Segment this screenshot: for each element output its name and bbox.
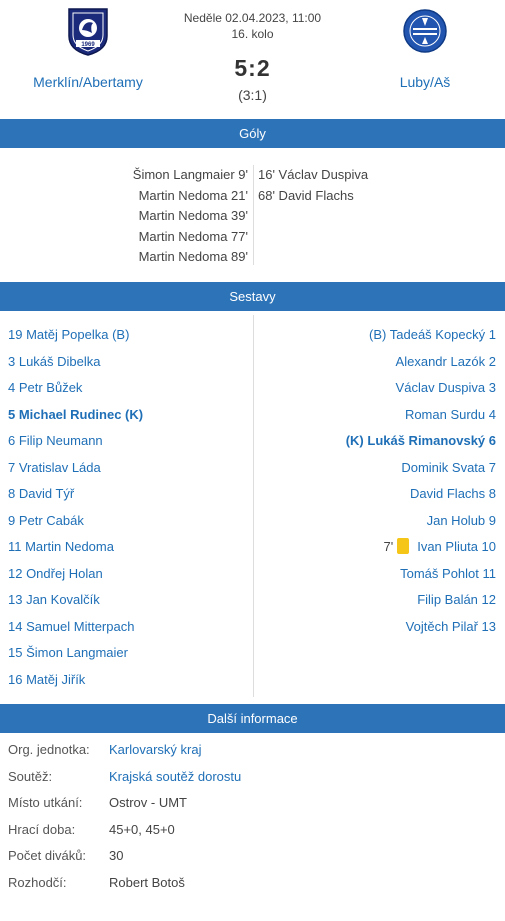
away-player[interactable]: Tomáš Pohlot 11 <box>346 561 496 588</box>
match-round: 16. kolo <box>231 27 274 41</box>
svg-text:1969: 1969 <box>81 42 95 48</box>
home-team-name[interactable]: Merklín/Abertamy <box>8 74 168 90</box>
goals-divider <box>253 165 254 265</box>
info-row-referee: Rozhodčí: Robert Botoš <box>0 870 505 897</box>
home-goal-item: Martin Nedoma 39' <box>138 208 248 223</box>
info-label: Rozhodčí: <box>8 874 67 890</box>
away-team[interactable]: Luby/Aš <box>345 6 505 90</box>
card-minute: 7' <box>383 539 394 554</box>
goals-section-header: Góly <box>0 119 505 148</box>
referee-value: Robert Botoš <box>109 874 185 890</box>
away-player[interactable]: Vojtěch Pilař 13 <box>346 614 496 641</box>
match-score: 5:2 <box>234 55 271 81</box>
home-team[interactable]: 1969 Merklín/Abertamy <box>8 6 168 90</box>
home-player[interactable]: 14 Samuel Mitterpach <box>8 614 143 641</box>
info-label: Soutěž: <box>8 768 53 784</box>
away-team-logo-icon <box>403 9 447 53</box>
home-goal-item: Martin Nedoma 21' <box>138 187 248 203</box>
venue-value: Ostrov - UMT <box>109 795 187 810</box>
home-goal-item: Martin Nedoma 77' <box>138 228 248 244</box>
away-player[interactable]: (B) Tadeáš Kopecký 1 <box>346 322 496 349</box>
match-header: 1969 Merklín/Abertamy Neděle 02.04.2023,… <box>0 0 505 118</box>
lineups-section: 19 Matěj Popelka (B) 3 Lukáš Dibelka 4 P… <box>0 315 505 697</box>
yellow-card-icon <box>397 538 410 554</box>
home-player[interactable]: 15 Šimon Langmaier <box>8 640 143 667</box>
competition-link[interactable]: Krajská soutěž dorostu <box>109 764 241 791</box>
home-player[interactable]: 4 Petr Bůžek <box>8 375 143 402</box>
playtime-value: 45+0, 45+0 <box>109 821 175 837</box>
away-lineup: (B) Tadeáš Kopecký 1 Alexandr Lazók 2 Vá… <box>346 322 496 640</box>
home-goals-list: Šimon Langmaier 9' Martin Nedoma 21' Mar… <box>133 165 248 268</box>
away-player[interactable]: Alexandr Lazók 2 <box>346 349 496 376</box>
info-label: Počet diváků: <box>8 848 87 863</box>
goals-section: Šimon Langmaier 9' Martin Nedoma 21' Mar… <box>0 165 505 265</box>
home-player[interactable]: 13 Jan Kovalčík <box>8 587 143 614</box>
info-section: Org. jednotka: Karlovarský kraj Soutěž: … <box>0 737 505 896</box>
info-label: Hrací doba: <box>8 821 76 837</box>
org-unit-link[interactable]: Karlovarský kraj <box>109 737 201 764</box>
home-goal-item: Šimon Langmaier 9' <box>132 167 248 182</box>
away-player[interactable]: Ivan Pliuta 10 <box>417 539 496 554</box>
home-player[interactable]: 7 Vratislav Láda <box>8 455 143 482</box>
away-player[interactable]: Jan Holub 9 <box>346 508 496 535</box>
lineups-section-header: Sestavy <box>0 282 505 311</box>
away-goal-item: 68' David Flachs <box>258 187 354 203</box>
away-player[interactable]: Roman Surdu 4 <box>346 402 496 429</box>
home-player[interactable]: 19 Matěj Popelka (B) <box>8 322 143 349</box>
halftime-score: (3:1) <box>238 87 267 103</box>
home-lineup: 19 Matěj Popelka (B) 3 Lukáš Dibelka 4 P… <box>8 322 143 693</box>
info-label: Místo utkání: <box>8 795 83 810</box>
match-summary: Neděle 02.04.2023, 11:00 16. kolo 5:2 (3… <box>160 11 345 103</box>
away-player[interactable]: Filip Balán 12 <box>346 587 496 614</box>
home-player[interactable]: 12 Ondřej Holan <box>8 561 143 588</box>
info-label: Org. jednotka: <box>8 742 90 757</box>
info-row-competition: Soutěž: Krajská soutěž dorostu <box>0 764 505 791</box>
home-player[interactable]: 8 David Týř <box>8 481 143 508</box>
info-section-header: Další informace <box>0 704 505 733</box>
away-player[interactable]: Dominik Svata 7 <box>346 455 496 482</box>
away-goal-item: 16' Václav Duspiva <box>258 167 369 182</box>
lineups-divider <box>253 315 254 697</box>
away-player[interactable]: Václav Duspiva 3 <box>346 375 496 402</box>
info-row-playtime: Hrací doba: 45+0, 45+0 <box>0 817 505 844</box>
away-player[interactable]: David Flachs 8 <box>346 481 496 508</box>
home-goal-item: Martin Nedoma 89' <box>138 249 248 264</box>
home-player[interactable]: 3 Lukáš Dibelka <box>8 349 143 376</box>
info-row-spectators: Počet diváků: 30 <box>0 843 505 870</box>
home-player[interactable]: 6 Filip Neumann <box>8 428 143 455</box>
away-team-name[interactable]: Luby/Aš <box>345 74 505 90</box>
info-row-venue: Místo utkání: Ostrov - UMT <box>0 790 505 817</box>
home-player[interactable]: 16 Matěj Jiřík <box>8 667 143 694</box>
away-player-with-card: 7' Ivan Pliuta 10 <box>346 534 496 561</box>
home-player-captain[interactable]: 5 Michael Rudinec (K) <box>8 402 143 429</box>
match-date: Neděle 02.04.2023, 11:00 <box>183 11 322 25</box>
home-team-logo-icon: 1969 <box>68 8 108 56</box>
home-player[interactable]: 11 Martin Nedoma <box>8 534 143 561</box>
away-player-captain[interactable]: (K) Lukáš Rimanovský 6 <box>346 428 496 455</box>
home-player[interactable]: 9 Petr Cabák <box>8 508 143 535</box>
spectators-value: 30 <box>109 848 124 863</box>
away-goals-list: 16' Václav Duspiva 68' David Flachs <box>258 165 368 206</box>
info-row-org: Org. jednotka: Karlovarský kraj <box>0 737 505 764</box>
